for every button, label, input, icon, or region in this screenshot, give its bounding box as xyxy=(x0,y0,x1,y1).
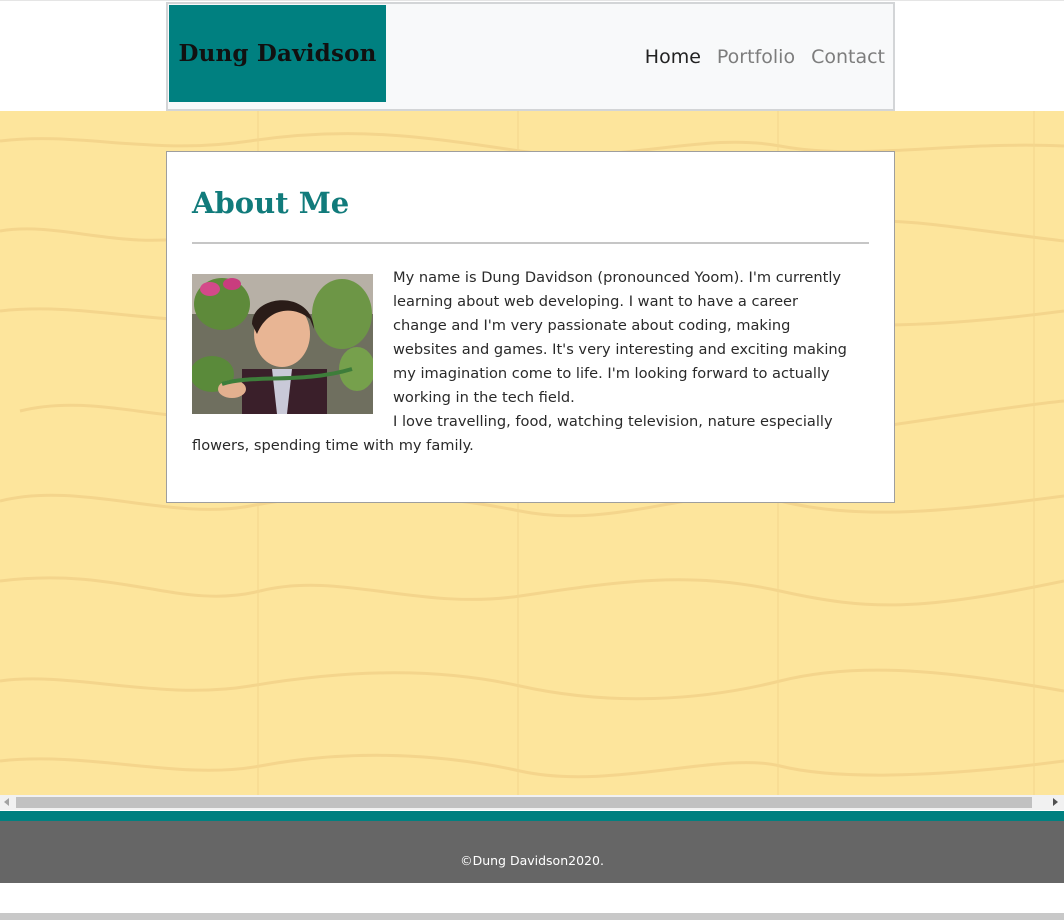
brand-logo[interactable]: Dung Davidson xyxy=(169,5,386,102)
profile-photo xyxy=(192,274,373,414)
brand-name: Dung Davidson xyxy=(178,40,377,67)
scroll-left-icon[interactable] xyxy=(4,798,9,806)
nav-links: Home Portfolio Contact xyxy=(645,46,885,68)
bottom-gap xyxy=(0,883,1064,913)
nav-link-portfolio[interactable]: Portfolio xyxy=(717,46,795,68)
footer-accent-line xyxy=(0,811,1064,821)
about-paragraph-2: I love travelling, food, watching televi… xyxy=(192,413,833,454)
about-card: About Me My name is Dung Davidson (prono xyxy=(166,151,895,503)
title-divider xyxy=(192,242,869,244)
about-title: About Me xyxy=(192,186,350,220)
bottom-scrollbar-edge xyxy=(0,913,1064,920)
about-body: My name is Dung Davidson (pronounced Yoo… xyxy=(192,266,852,458)
profile-photo-illustration xyxy=(192,274,373,414)
navbar: Dung Davidson Home Portfolio Contact xyxy=(166,2,895,111)
nav-link-contact[interactable]: Contact xyxy=(811,46,885,68)
scroll-right-icon[interactable] xyxy=(1053,798,1058,806)
footer-copyright: ©Dung Davidson2020. xyxy=(460,853,604,868)
scrollbar-thumb[interactable] xyxy=(16,797,1032,808)
horizontal-scrollbar[interactable] xyxy=(0,795,1064,810)
footer: ©Dung Davidson2020. xyxy=(0,821,1064,883)
nav-link-home[interactable]: Home xyxy=(645,46,701,68)
